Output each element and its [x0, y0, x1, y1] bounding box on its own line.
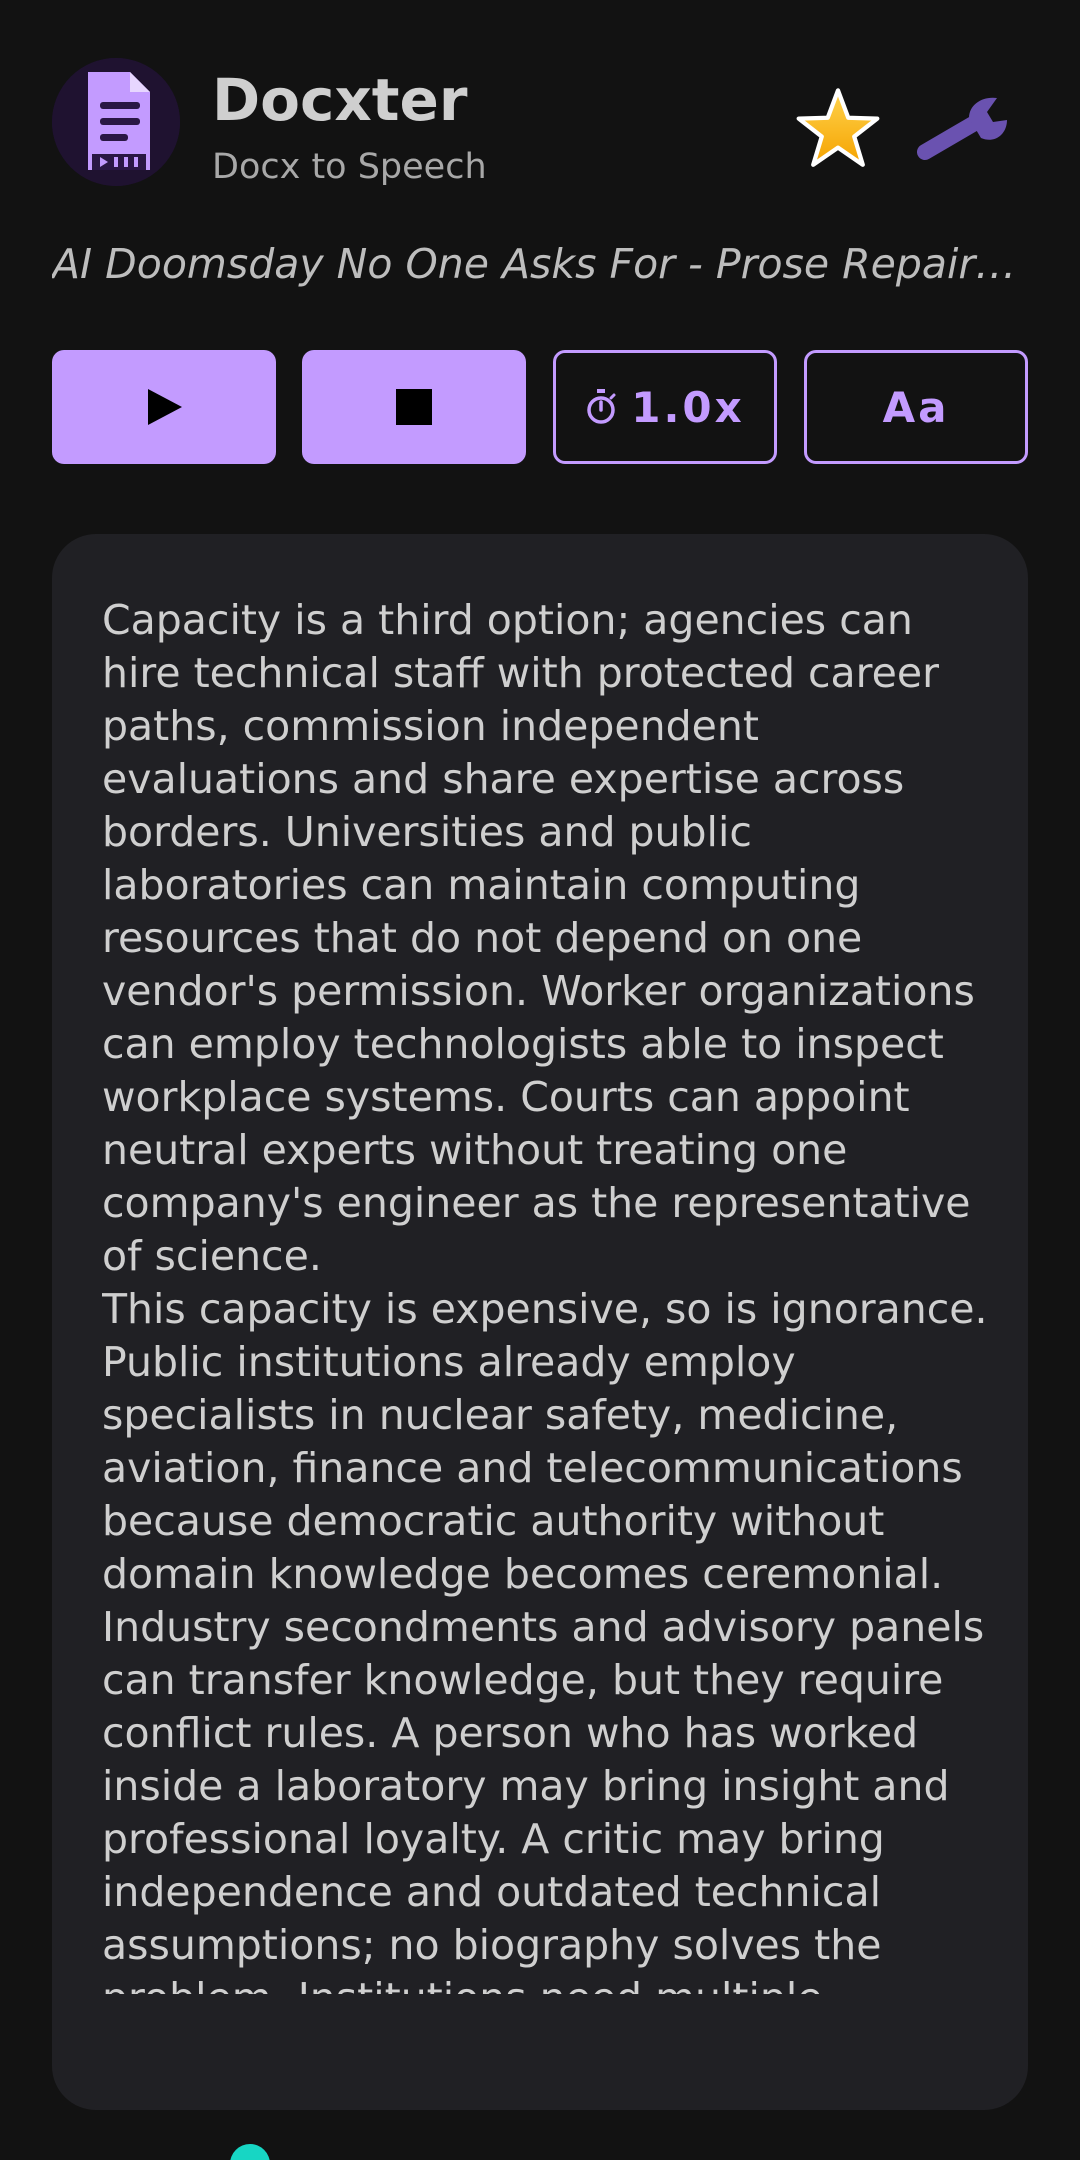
document-title: AI Doomsday No One Asks For - Prose Repa…: [52, 240, 1028, 288]
speed-content: 1.0x: [585, 383, 745, 432]
play-icon: [148, 389, 182, 425]
reader-card[interactable]: Capacity is a third option; agencies can…: [52, 534, 1028, 2110]
speed-button[interactable]: 1.0x: [553, 350, 777, 464]
app-title: Docxter: [212, 66, 468, 134]
reader-paragraph: Capacity is a third option; agencies can…: [102, 596, 975, 1280]
font-size-label: Aa: [882, 382, 950, 432]
stop-button[interactable]: [302, 350, 526, 464]
settings-button[interactable]: [912, 80, 1022, 176]
reader-paragraph: This capacity is expensive, so is ignora…: [102, 1285, 988, 1994]
reader-text[interactable]: Capacity is a third option; agencies can…: [102, 594, 1002, 1994]
wrench-icon: [917, 97, 1007, 160]
favorite-button[interactable]: [790, 80, 886, 176]
speed-label: 1.0x: [631, 382, 745, 432]
stop-icon: [396, 389, 432, 425]
font-size-button[interactable]: Aa: [804, 350, 1028, 464]
app-subtitle: Docx to Speech: [212, 147, 487, 187]
stopwatch-icon: [587, 389, 616, 424]
app-screen: Docxter Docx to Speech AI Doomsday No On…: [0, 0, 1080, 2160]
play-button[interactable]: [52, 350, 276, 464]
document-icon: [52, 58, 180, 186]
star-icon: [796, 88, 880, 167]
scroll-indicator[interactable]: [230, 2144, 270, 2160]
